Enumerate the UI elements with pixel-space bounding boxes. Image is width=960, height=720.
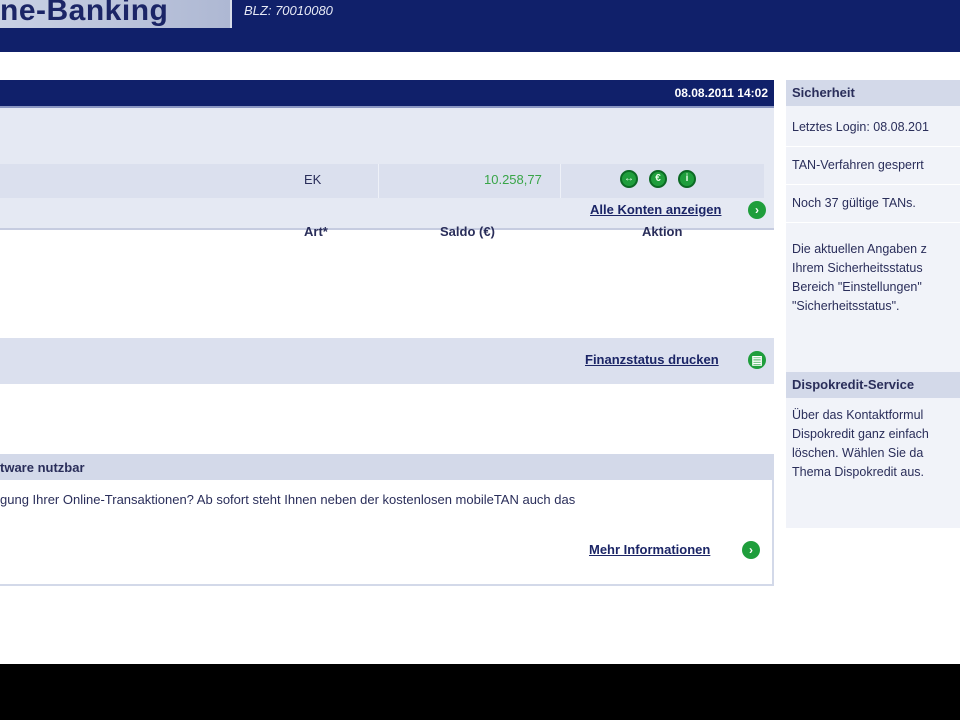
arrow-right-icon[interactable]: › (742, 541, 760, 559)
statement-action-icon[interactable]: € (649, 170, 667, 188)
dispo-text-line: Über das Kontaktformul (792, 408, 924, 422)
news-text: gung Ihrer Online-Transaktionen? Ab sofo… (0, 492, 576, 507)
cell-divider (378, 164, 379, 198)
last-login: Letztes Login: 08.08.201 (792, 120, 929, 134)
column-header-aktion: Aktion (642, 224, 683, 239)
account-type: EK (304, 172, 322, 187)
main-header: 08.08.2011 14:02 (0, 80, 774, 108)
security-info-line: Bereich "Einstellungen" (792, 280, 922, 294)
bank-code: BLZ: 70010080 (244, 3, 333, 18)
cell-divider (560, 164, 561, 198)
print-icon[interactable]: ▤ (748, 351, 766, 369)
tans-remaining: Noch 37 gültige TANs. (792, 196, 916, 210)
bank-logo[interactable]: ne-Banking (0, 0, 168, 28)
divider (786, 184, 960, 185)
nav-bar (0, 28, 960, 52)
column-header-art: Art* (304, 224, 328, 239)
print-finance-status-link[interactable]: Finanzstatus drucken (585, 352, 719, 367)
table-row[interactable]: EK 10.258,77 ↔ € i (0, 164, 764, 198)
bottom-black-bar (0, 664, 960, 720)
news-title: tware nutzbar (0, 460, 85, 475)
details-action-icon[interactable]: i (678, 170, 696, 188)
dispo-text-line: Thema Dispokredit aus. (792, 465, 925, 479)
dispo-header: Dispokredit-Service (786, 372, 960, 398)
dispo-text-line: löschen. Wählen Sie da (792, 446, 924, 460)
finance-status-band: Finanzstatus drucken ▤ (0, 338, 774, 384)
tan-method-status: TAN-Verfahren gesperrt (792, 158, 924, 172)
security-header: Sicherheit (786, 80, 960, 106)
all-accounts-link[interactable]: Alle Konten anzeigen (590, 202, 721, 217)
dispo-text-line: Dispokredit ganz einfach (792, 427, 929, 441)
arrow-right-icon[interactable]: › (748, 201, 766, 219)
logo-area: ne-Banking (0, 0, 232, 28)
security-info-line: Ihrem Sicherheitsstatus (792, 261, 923, 275)
column-header-saldo: Saldo (€) (440, 224, 495, 239)
security-info-line: "Sicherheitsstatus". (792, 299, 900, 313)
divider (786, 146, 960, 147)
security-info-line: Die aktuellen Angaben z (792, 242, 927, 256)
news-header: tware nutzbar (0, 454, 774, 480)
more-info-link[interactable]: Mehr Informationen (589, 542, 710, 557)
header-bar (232, 0, 960, 28)
sidebar: Sicherheit Letztes Login: 08.08.201 TAN-… (786, 80, 960, 528)
current-datetime: 08.08.2011 14:02 (674, 86, 768, 100)
news-body: gung Ihrer Online-Transaktionen? Ab sofo… (0, 480, 774, 586)
main-panel: 08.08.2011 14:02 Art* Saldo (€) Aktion E… (0, 80, 774, 612)
account-balance: 10.258,77 (484, 172, 542, 187)
top-banner: ne-Banking BLZ: 70010080 (0, 0, 960, 52)
divider (786, 222, 960, 223)
transfer-action-icon[interactable]: ↔ (620, 170, 638, 188)
